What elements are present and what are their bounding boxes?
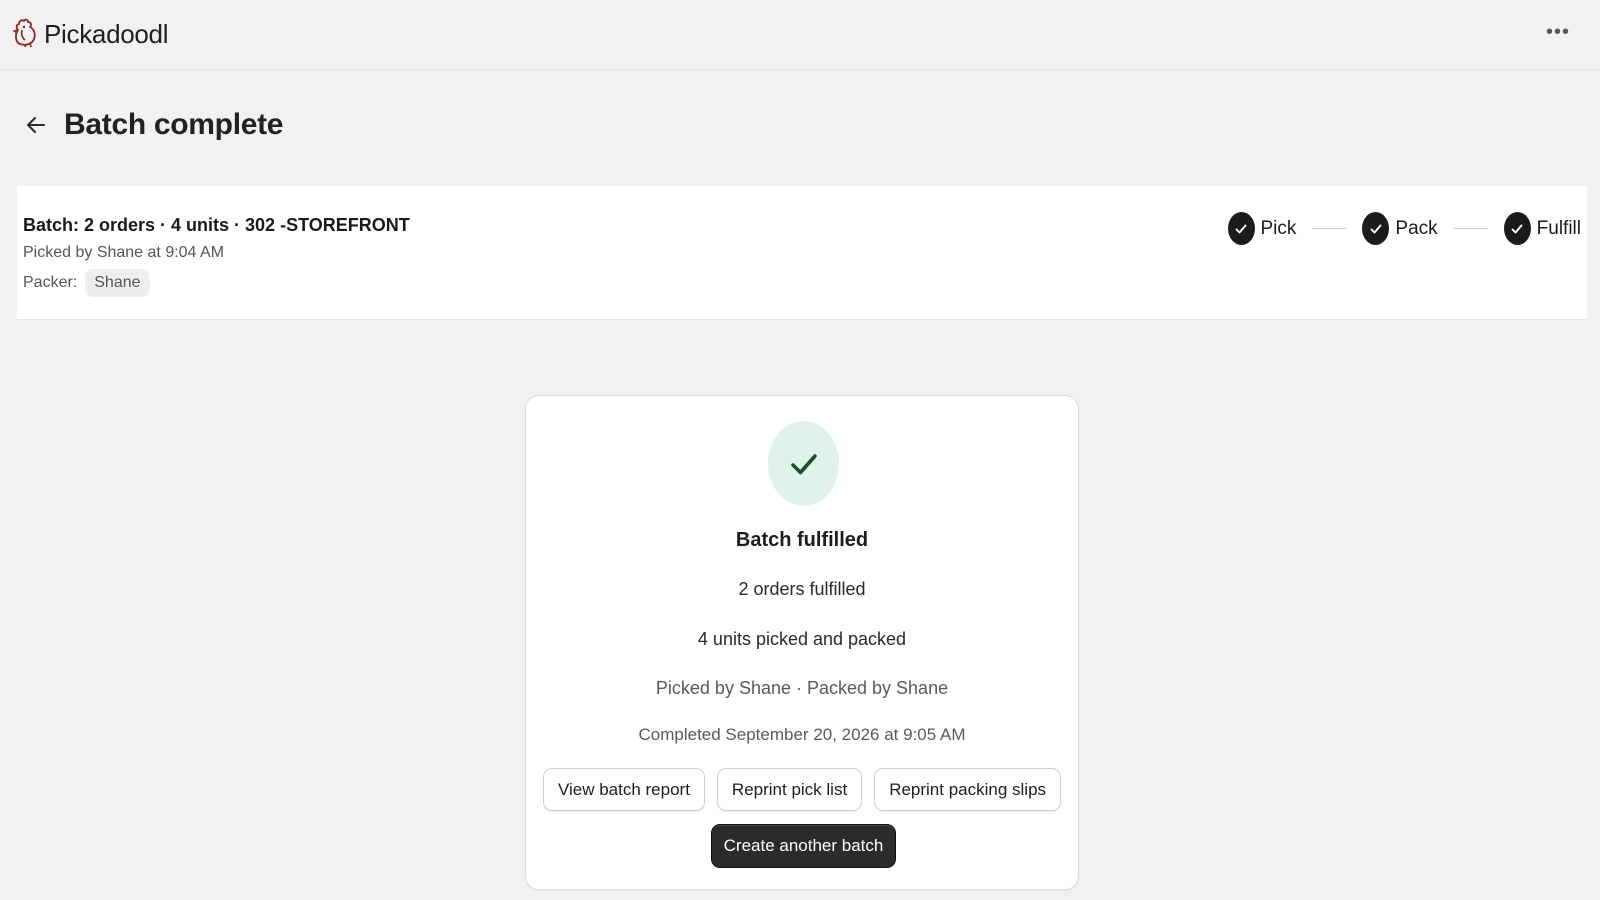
batch-packer: Packer: Shane (23, 269, 150, 297)
app-name: Pickadoodl (44, 19, 169, 49)
more-options-button[interactable]: ••• (1544, 18, 1572, 46)
orders-fulfilled-text: 2 orders fulfilled (738, 579, 866, 599)
card-title: Batch fulfilled (735, 529, 869, 551)
step-pack: Pack (1362, 212, 1438, 245)
back-button[interactable] (22, 111, 50, 139)
check-circle-icon (1227, 212, 1255, 245)
step-connector (1312, 228, 1347, 229)
batch-picked-by: Picked by Shane at 9:04 AM (23, 244, 225, 261)
success-badge (768, 421, 839, 506)
packer-label: Packer: (23, 274, 78, 291)
reprint-pick-list-button[interactable]: Reprint pick list (716, 768, 863, 811)
packer-chip: Shane (85, 269, 150, 297)
step-pick: Pick (1227, 212, 1297, 245)
check-circle-icon (1503, 212, 1531, 245)
progress-steps: Pick Pack Fulfill (1227, 212, 1581, 245)
batch-complete-card: Batch fulfilled 2 orders fulfilled 4 uni… (525, 395, 1079, 890)
completed-timestamp: Completed September 20, 2026 at 9:05 AM (638, 725, 966, 744)
step-label: Fulfill (1536, 217, 1581, 239)
step-label: Pick (1260, 217, 1297, 239)
people-text: Picked by Shane · Packed by Shane (655, 678, 949, 698)
more-horizontal-icon: ••• (1545, 20, 1570, 43)
step-fulfill: Fulfill (1503, 212, 1581, 245)
view-batch-report-button[interactable]: View batch report (542, 768, 705, 811)
check-icon (790, 453, 817, 474)
reprint-packing-slips-button[interactable]: Reprint packing slips (874, 768, 1062, 811)
check-circle-icon (1362, 212, 1390, 245)
create-another-batch-button[interactable]: Create another batch (711, 824, 896, 868)
page-title: Batch complete (64, 108, 284, 141)
rooster-logo-icon (12, 16, 40, 53)
top-bar: Pickadoodl ••• (0, 0, 1600, 70)
arrow-left-icon (27, 117, 45, 133)
step-label: Pack (1395, 217, 1438, 239)
page-header: Batch complete (22, 108, 284, 142)
card-actions: View batch report Reprint pick list Repr… (526, 768, 1078, 811)
units-text: 4 units picked and packed (697, 629, 907, 649)
batch-summary: Batch: 2 orders · 4 units · 302 -STOREFR… (23, 215, 410, 235)
brand[interactable]: Pickadoodl (12, 16, 169, 53)
batch-info-bar: Batch: 2 orders · 4 units · 302 -STOREFR… (17, 186, 1587, 320)
step-connector (1453, 228, 1488, 229)
